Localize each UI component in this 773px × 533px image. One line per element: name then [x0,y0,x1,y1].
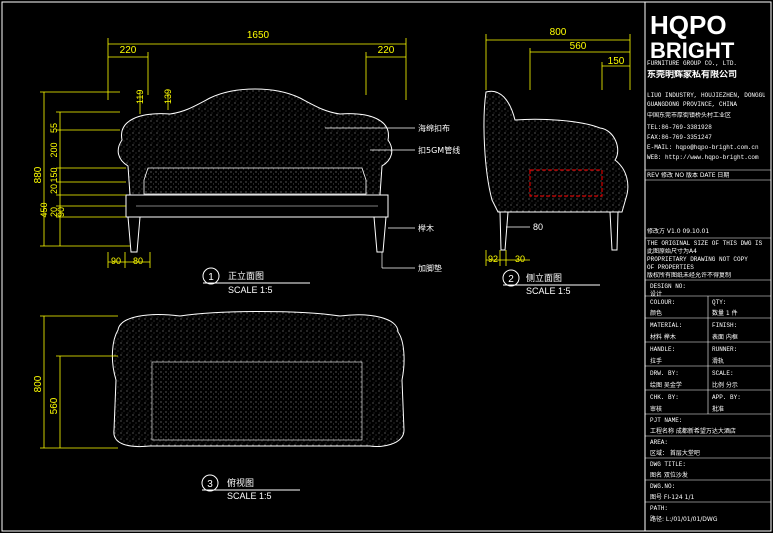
web: WEB: http://www.hqpo-bright.com [647,154,759,161]
side-leg-back [499,211,509,251]
front-view-number: 1 [208,272,214,283]
drawn-label: DRW. BY: [650,370,679,377]
scale-label: SCALE: [712,370,734,377]
drawn-value: 绘图 吴金学 [650,382,682,389]
top-dim-800: 800 [33,375,44,392]
notice-2: 此图原始尺寸为A4 [647,248,697,255]
approved-label: APP. BY: [712,394,741,401]
colour-label: COLOUR: [650,299,676,306]
address-cn: 中国东莞市厚街镇桥头村工业区 [647,112,732,119]
front-dim-1650: 1650 [247,30,270,41]
side-view-title: 侧立面图 [526,272,562,284]
company-logo: HQPO BRIGHT [650,10,735,63]
address-en-2: GUANGDONG PROVINCE, CHINA [647,101,738,108]
front-dim-220-left: 220 [120,45,137,56]
front-view-scale: SCALE 1:5 [228,285,273,295]
side-view-number: 2 [508,274,514,285]
revision-row: 修改方 V1.0 09.10.01 [647,228,710,235]
front-dim-200: 200 [49,142,59,157]
callout-beech: 榉木 [418,223,434,233]
notice-5: 版权所有图纸未经允许不得复制 [647,272,732,279]
front-dim-20b: 20 [49,207,59,217]
side-leg-front [609,211,619,251]
notice-1: THE ORIGINAL SIZE OF THIS DWG IS A4 [647,240,765,247]
material-label: MATERIAL: [650,322,683,329]
callout-sponge-fabric: 海绵扣布 [418,123,450,133]
fax: FAX:86-769-3351247 [647,134,712,141]
path-value: 路径: L:/01/01/01/DWG [650,516,718,523]
company-en: FURNITURE GROUP CO., LTD. [647,60,738,67]
finish-value: 表面 内框 [712,334,738,341]
company-cn: 东莞明辉家私有限公司 [647,70,738,80]
top-dim-560: 560 [49,397,60,414]
handle-label: HANDLE: [650,346,676,353]
qty-value: 数量 1 件 [712,310,738,317]
runner-label: RUNNER: [712,346,738,353]
area-value: 区域： 首层大堂吧 [650,450,700,457]
side-dim-800: 800 [550,27,567,38]
top-view [40,311,405,449]
front-dim-139: 139 [163,89,173,104]
material-value: 材料 榉木 [650,334,676,341]
colour-value: 颜色 [650,310,663,317]
front-view [40,38,415,269]
side-view [483,34,631,266]
front-dim-450: 450 [39,202,49,217]
checked-label: CHK. BY: [650,394,679,401]
top-view-number: 3 [207,479,213,490]
notice-4: OF PROPERTIES [647,264,694,271]
front-dim-150: 150 [49,167,59,182]
side-sofa-body [483,90,629,213]
dwg-title-value: 图名 双位沙发 [650,472,688,479]
top-seat-area [151,361,363,441]
front-dim-119: 119 [135,90,145,104]
top-view-scale: SCALE 1:5 [227,491,272,501]
front-dim-880: 880 [33,166,44,183]
front-dim-20a: 20 [49,184,59,194]
side-dim-30: 30 [515,254,525,264]
path-label: PATH: [650,505,669,512]
approved-value: 批准 [712,406,725,413]
callout-piping: 扣5GM管线 [418,145,460,155]
dwg-title-label: DWG TITLE: [650,461,687,468]
area-label: AREA: [650,439,669,446]
side-dim-560: 560 [570,41,587,52]
front-dim-220-right: 220 [378,45,395,56]
scale-value: 比例 分示 [712,382,738,389]
tel: TEL:86-769-3381928 [647,124,712,131]
front-dim-90-bottom: 90 [111,256,121,266]
email: E-MAIL: hqpo@hqpo-bright.com.cn [647,144,759,151]
front-seat-cushion [143,167,367,195]
project-value: 工程名称 成都新希望万达大酒店 [650,428,736,435]
callout-foot-pad: 加脚垫 [418,263,442,273]
runner-value: 滑轨 [712,358,725,365]
notice-3: PROPRIETARY DRAWING NOT COPY [647,256,748,263]
address-en-1: LIUO INDUSTRY, HOUJIEZHEN, DONGGUAN [647,92,765,99]
handle-value: 拉手 [650,358,663,365]
front-leg-right [373,216,387,253]
side-dim-92: 92 [488,254,498,264]
front-leg-left [127,216,141,253]
svg-text:HQPO: HQPO [650,10,727,40]
project-label: PJT NAME: [650,417,683,424]
front-view-title: 正立面图 [228,270,264,282]
qty-label: QTY: [712,299,727,306]
top-view-title: 俯视图 [227,477,254,489]
front-dim-80-bottom: 80 [133,256,143,266]
design-no-value: 设计 [650,291,663,298]
side-dim-80: 80 [533,222,543,232]
revision-header: REV 修改 NO 版本 DATE 日期 [647,172,730,179]
dwg-no-value: 图号 FI-124 1/1 [650,494,695,501]
finish-label: FINISH: [712,322,738,329]
checked-value: 审核 [650,406,663,413]
side-view-scale: SCALE 1:5 [526,286,571,296]
side-dim-150: 150 [608,56,625,67]
dwg-no-label: DWG.NO: [650,483,676,490]
front-dim-55: 55 [49,123,59,133]
